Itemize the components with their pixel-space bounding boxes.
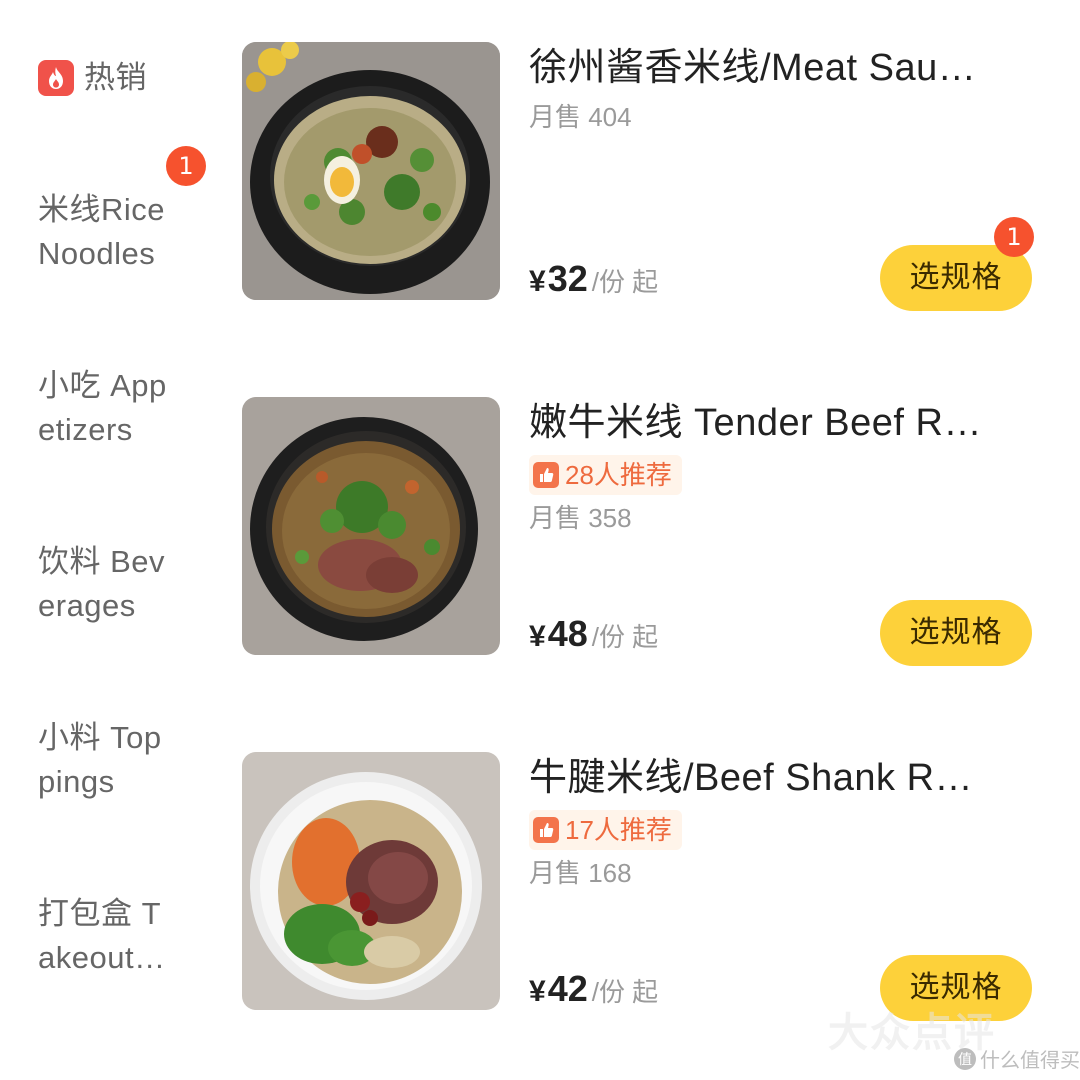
sidebar-item-label: akeout… [38,940,166,975]
category-sidebar: 热销 米线Rice Noodles 1 小吃 App etizers 饮料 Be… [0,0,225,1080]
sidebar-item-label: pings [38,764,115,799]
sidebar-item-rice-noodles[interactable]: 米线Rice Noodles [38,188,165,276]
menu-page: 热销 米线Rice Noodles 1 小吃 App etizers 饮料 Be… [0,0,1080,1080]
watermark-text: 什么值得买 [980,1050,1080,1072]
recommend-count: 17人推荐 [565,815,672,845]
product-price: ¥ 42 /份 起 [529,968,658,1010]
product-card[interactable]: 徐州酱香米线/Meat Sau… 月售 404 ¥ 32 /份 起 选规格 1 [242,42,1080,311]
smzdm-watermark: 值 什么值得买 [954,1044,1080,1073]
currency-symbol: ¥ [529,620,546,653]
sidebar-item-label: 饮料 Bev [38,544,166,579]
thumbs-up-icon [533,817,559,843]
cart-count-badge: 1 [994,217,1034,257]
recommend-tag: 17人推荐 [529,810,682,850]
recommend-tag: 28人推荐 [529,455,682,495]
price-unit: /份 起 [591,977,659,1007]
currency-symbol: ¥ [529,265,546,298]
sidebar-item-toppings[interactable]: 小料 Top pings [38,716,162,804]
price-unit: /份 起 [591,267,659,297]
price-value: 32 [547,258,588,299]
product-card[interactable]: 嫩牛米线 Tender Beef R… 28人推荐 月售 358 ¥ 48 /份… [242,397,1080,666]
product-image[interactable] [242,752,500,1010]
price-unit: /份 起 [591,622,659,652]
sidebar-item-label: Noodles [38,236,156,271]
product-title: 徐州酱香米线/Meat Sau… [529,47,977,89]
product-image[interactable] [242,42,500,300]
product-price: ¥ 32 /份 起 [529,258,658,300]
flame-icon [38,60,74,96]
sidebar-item-takeout-box[interactable]: 打包盒 T akeout… [38,892,166,980]
sidebar-item-appetizers[interactable]: 小吃 App etizers [38,364,167,452]
product-title: 牛腱米线/Beef Shank R… [529,757,974,799]
sidebar-item-label: 小料 Top [38,720,162,755]
price-value: 48 [547,613,588,654]
select-spec-button[interactable]: 选规格 [880,600,1032,666]
monthly-sales: 月售 404 [529,102,632,132]
monthly-sales: 月售 358 [529,503,632,533]
currency-symbol: ¥ [529,975,546,1008]
sidebar-item-label: etizers [38,412,133,447]
product-price: ¥ 48 /份 起 [529,613,658,655]
watermark-logo-icon: 值 [954,1047,976,1070]
sidebar-item-hot[interactable]: 热销 [38,56,147,100]
thumbs-up-icon [533,462,559,488]
category-count-badge: 1 [166,146,206,186]
sidebar-item-label: 热销 [84,60,147,95]
sidebar-item-label: 米线Rice [38,192,166,227]
product-title: 嫩牛米线 Tender Beef R… [529,402,982,444]
recommend-count: 28人推荐 [565,460,672,490]
price-value: 42 [547,968,588,1009]
product-image[interactable] [242,397,500,655]
sidebar-item-label: 打包盒 T [38,896,162,931]
sidebar-item-label: 小吃 App [38,368,167,403]
monthly-sales: 月售 168 [529,858,632,888]
sidebar-item-beverages[interactable]: 饮料 Bev erages [38,540,165,628]
sidebar-item-label: erages [38,588,136,623]
product-card[interactable]: 牛腱米线/Beef Shank R… 17人推荐 月售 168 ¥ 42 /份 … [242,752,1080,1021]
